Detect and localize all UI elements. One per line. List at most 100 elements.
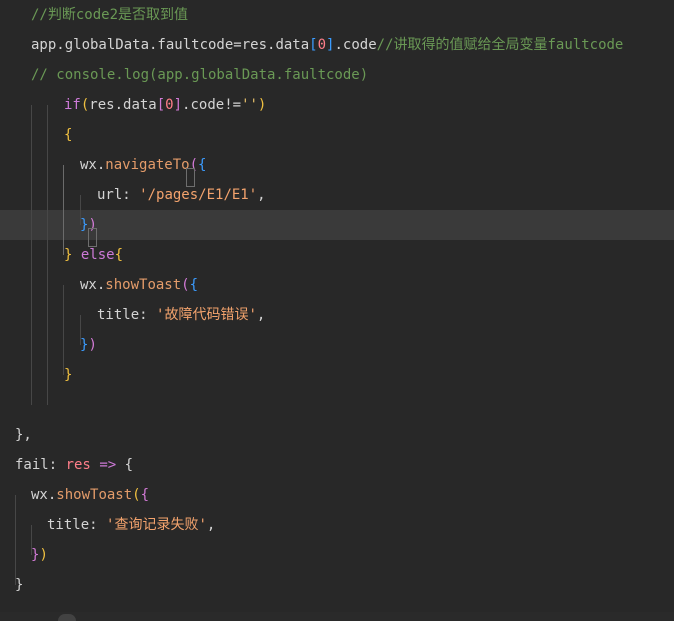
indent-guide xyxy=(63,165,64,255)
code-token: ) xyxy=(257,97,267,113)
code-token: '查询记录失败' xyxy=(106,517,207,533)
code-token: : xyxy=(139,307,157,323)
horizontal-scrollbar[interactable] xyxy=(0,612,674,621)
code-editor[interactable]: }}) title: '查询记录失败', wx.showToast({fail: r… xyxy=(0,0,674,621)
bracket-match-highlight xyxy=(186,168,195,187)
code-token: 0 xyxy=(165,97,174,113)
code-token: '' xyxy=(241,97,258,113)
code-token: { xyxy=(140,487,150,503)
code-token: res xyxy=(65,457,91,473)
code-text: //判断code2是否取到值 xyxy=(31,0,188,30)
code-token: app.globalData.faultcode xyxy=(31,37,234,53)
indent-guide xyxy=(31,525,32,555)
indent-guide xyxy=(31,105,32,405)
code-text: fail: res => { xyxy=(15,450,133,480)
code-text: wx.showToast({ xyxy=(80,270,198,300)
code-token: else xyxy=(80,247,115,263)
code-token: .code xyxy=(334,37,377,53)
code-token: res.data xyxy=(241,37,310,53)
code-line[interactable]: }) xyxy=(0,330,674,360)
code-token: { xyxy=(64,127,73,143)
code-token: ] xyxy=(173,97,183,113)
code-line[interactable]: } xyxy=(0,360,674,390)
code-token: title xyxy=(47,517,90,533)
indent-guide xyxy=(80,315,81,345)
code-line[interactable]: }, xyxy=(0,420,674,450)
code-token: showToast xyxy=(56,487,133,503)
code-token: : xyxy=(48,457,66,473)
code-token: { xyxy=(198,157,207,173)
code-token: title xyxy=(97,307,140,323)
code-line[interactable]: }) xyxy=(0,210,674,240)
code-token: => xyxy=(99,457,117,473)
code-token: ( xyxy=(132,487,141,503)
code-token: : xyxy=(89,517,107,533)
code-token: wx. xyxy=(31,487,57,503)
scrollbar-thumb[interactable] xyxy=(58,614,76,621)
code-line[interactable]: } else{ xyxy=(0,240,674,270)
code-text: title: '查询记录失败', xyxy=(47,510,215,540)
code-token: [ xyxy=(309,37,318,53)
code-line[interactable]: title: '查询记录失败', xyxy=(0,510,674,540)
indent-guide xyxy=(80,195,81,225)
code-token: = xyxy=(233,37,242,53)
code-line[interactable] xyxy=(0,390,674,420)
code-line[interactable]: fail: res => { xyxy=(0,450,674,480)
code-line[interactable]: // console.log(app.globalData.faultcode) xyxy=(0,60,674,90)
code-line[interactable]: wx.showToast({ xyxy=(0,480,674,510)
code-line[interactable]: app.globalData.faultcode=res.data[0].cod… xyxy=(0,30,674,60)
code-token: navigateTo xyxy=(105,157,190,173)
code-token: { xyxy=(114,247,124,263)
code-text: app.globalData.faultcode=res.data[0].cod… xyxy=(31,30,623,60)
code-text: if(res.data[0].code!='') xyxy=(64,90,266,120)
code-text: }) xyxy=(31,540,48,570)
bracket-match-highlight xyxy=(88,228,97,247)
code-text: url: '/pages/E1/E1', xyxy=(97,180,266,210)
code-token: showToast xyxy=(105,277,182,293)
code-token: { xyxy=(189,277,199,293)
code-text: }, xyxy=(15,420,32,450)
code-text: wx.showToast({ xyxy=(31,480,149,510)
code-token: res.data xyxy=(89,97,157,113)
code-token: ( xyxy=(181,277,190,293)
code-text: }) xyxy=(80,330,97,360)
code-line[interactable]: } xyxy=(0,570,674,600)
indent-guide xyxy=(47,105,48,405)
code-token: '/pages/E1/E1' xyxy=(139,187,258,203)
code-line[interactable]: url: '/pages/E1/E1', xyxy=(0,180,674,210)
code-token: ) xyxy=(88,337,97,353)
code-token: //判断code2是否取到值 xyxy=(31,7,189,23)
code-token: 0 xyxy=(317,37,327,53)
code-token: [ xyxy=(156,97,166,113)
indent-guide xyxy=(15,495,16,585)
code-token: ) xyxy=(39,547,48,563)
code-line[interactable]: wx.navigateTo({ xyxy=(0,150,674,180)
code-token: { xyxy=(116,457,134,473)
code-line[interactable]: { xyxy=(0,120,674,150)
code-token: : xyxy=(122,187,140,203)
code-line[interactable]: //判断code2是否取到值 xyxy=(0,0,674,30)
code-line[interactable]: wx.showToast({ xyxy=(0,270,674,300)
code-token: } xyxy=(15,577,24,593)
code-token: , xyxy=(206,517,216,533)
code-line[interactable]: }) xyxy=(0,540,674,570)
code-token: , xyxy=(256,307,266,323)
code-token: }, xyxy=(15,427,32,443)
code-text: // console.log(app.globalData.faultcode) xyxy=(31,60,368,90)
indent-guide xyxy=(63,285,64,375)
code-token: '故障代码错误' xyxy=(156,307,257,323)
code-token: // console.log(app.globalData.faultcode) xyxy=(31,67,369,83)
code-token: , xyxy=(257,187,266,203)
code-text: title: '故障代码错误', xyxy=(97,300,265,330)
code-line[interactable]: if(res.data[0].code!='') xyxy=(0,90,674,120)
code-line[interactable]: title: '故障代码错误', xyxy=(0,300,674,330)
code-token: wx. xyxy=(80,277,106,293)
code-token: //讲取得的值赋给全局变量faultcode xyxy=(376,37,624,53)
code-text: } xyxy=(15,570,23,600)
code-token: wx. xyxy=(80,157,106,173)
code-text: } xyxy=(64,360,72,390)
code-token: url xyxy=(97,187,123,203)
code-text: { xyxy=(64,120,72,150)
code-token: fail xyxy=(15,457,49,473)
